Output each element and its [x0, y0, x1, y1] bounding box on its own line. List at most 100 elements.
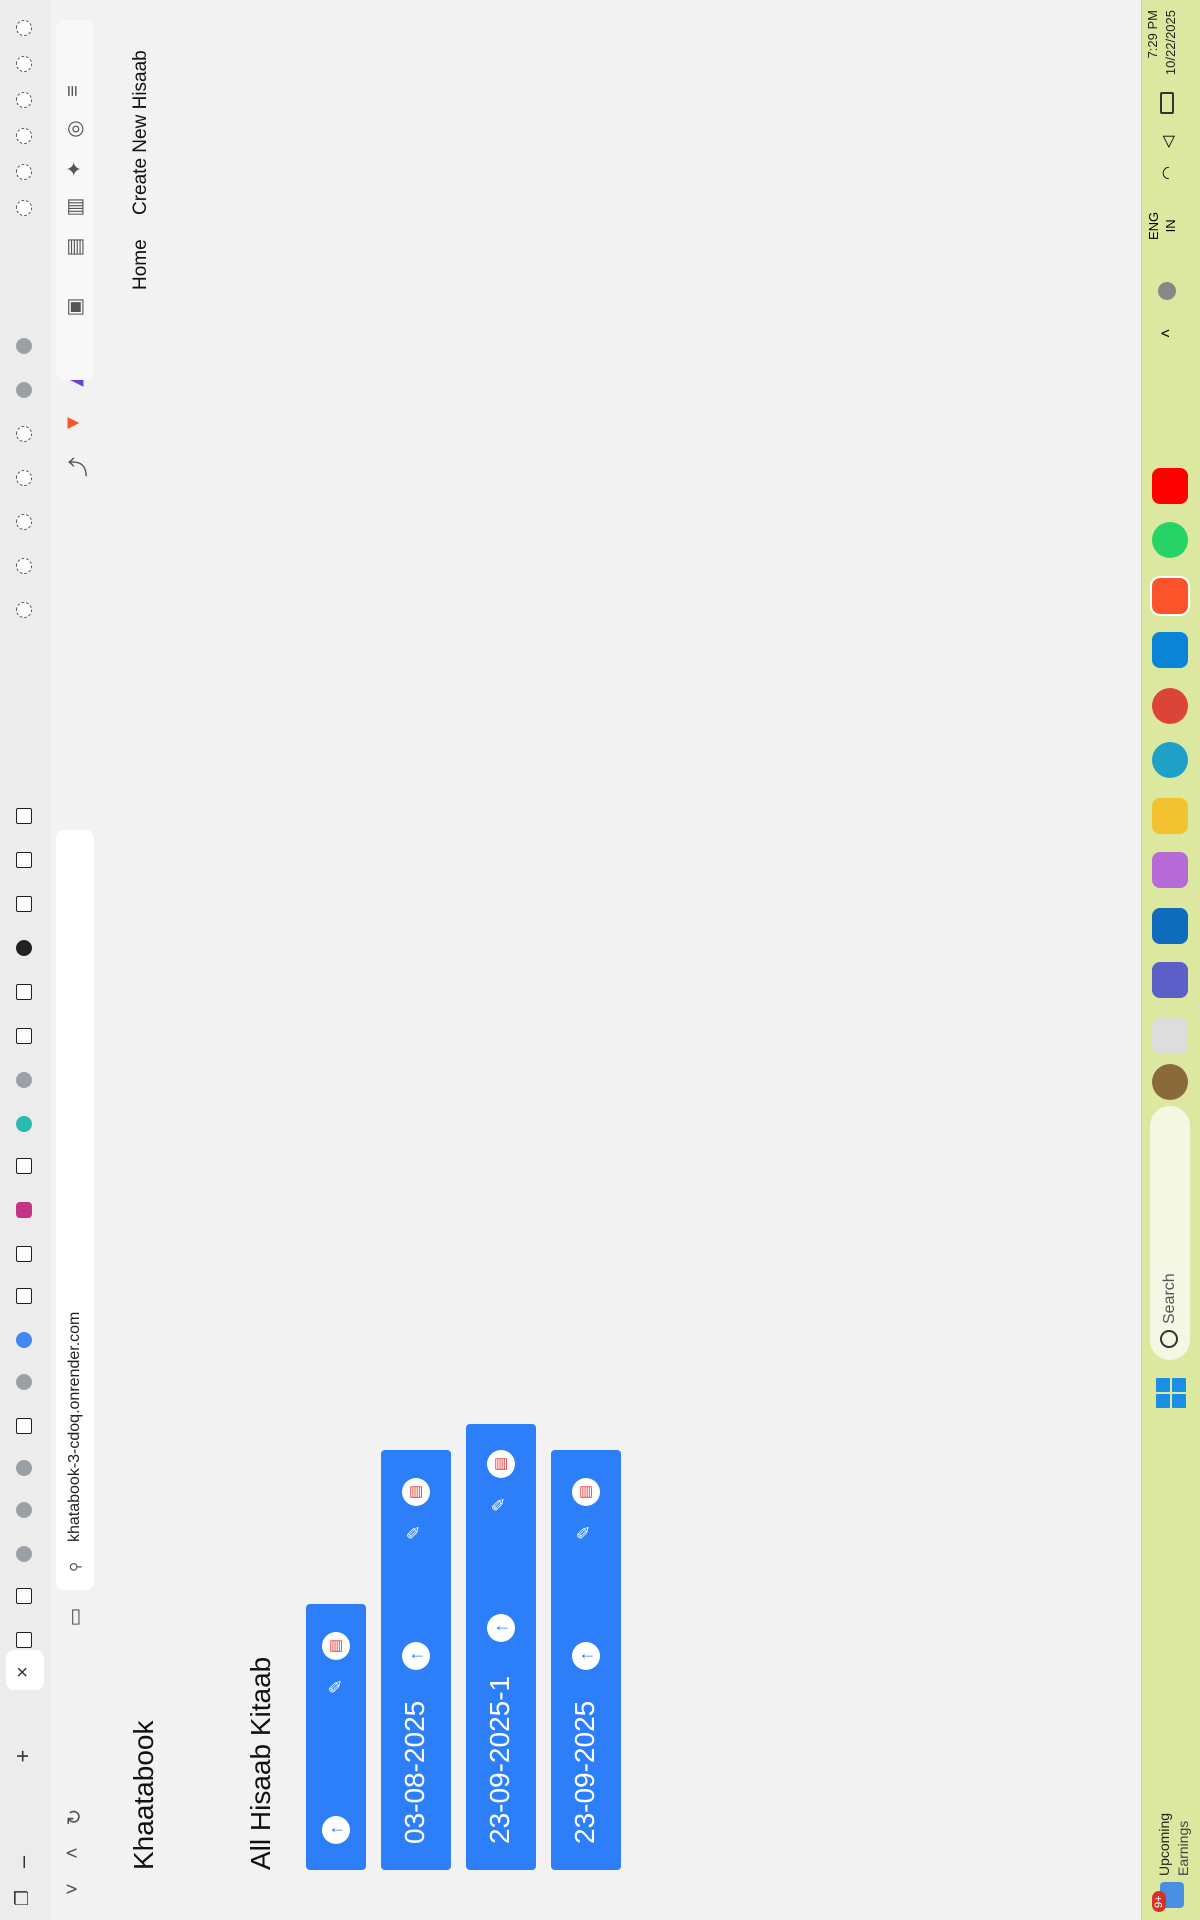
tab-favicon[interactable]: [16, 1116, 32, 1132]
wifi-icon[interactable]: ◠: [1158, 166, 1178, 180]
chrome-icon[interactable]: [1152, 688, 1188, 724]
copilot-image-icon[interactable]: [1152, 1064, 1188, 1100]
edit-icon[interactable]: ✎: [574, 1525, 595, 1540]
nav-create-hisaab[interactable]: Create New Hisaab: [130, 50, 152, 215]
tab-favicon[interactable]: [16, 1246, 32, 1262]
tab-favicon[interactable]: [16, 1158, 32, 1174]
open-arrow-icon[interactable]: ↑: [572, 1642, 600, 1670]
reload-icon[interactable]: ↻: [62, 1804, 87, 1830]
new-tab-button[interactable]: +: [10, 1744, 36, 1768]
bookmark-icon[interactable]: ▭: [62, 1604, 87, 1630]
open-arrow-icon[interactable]: ↑: [402, 1642, 430, 1670]
tab-favicon[interactable]: [16, 128, 32, 144]
tab-favicon[interactable]: [16, 558, 32, 574]
tab-favicon[interactable]: [16, 1632, 32, 1648]
hisaab-name[interactable]: 03-08-2025: [399, 1701, 431, 1844]
taskbar: 9+ Upcoming Earnings Search ˄ ENG IN ◠ ◁: [1141, 0, 1200, 1920]
region-code: IN: [1163, 219, 1178, 233]
tab-favicon[interactable]: [16, 20, 32, 36]
weather-widget[interactable]: 9+ Upcoming Earnings: [1148, 1762, 1196, 1912]
start-button[interactable]: [1156, 1378, 1186, 1408]
task-view-icon[interactable]: [1152, 1018, 1188, 1054]
whatsapp-icon[interactable]: [1152, 522, 1188, 558]
edit-icon[interactable]: ✎: [326, 1679, 347, 1694]
delete-icon[interactable]: ▤: [402, 1478, 430, 1506]
tab-favicon[interactable]: [16, 1288, 32, 1304]
vpn-icon[interactable]: ◎: [62, 116, 87, 142]
sidebar-icon[interactable]: ▤: [62, 234, 87, 260]
tab-favicon[interactable]: [16, 852, 32, 868]
bookmarks-icon[interactable]: ▥: [62, 194, 87, 220]
minimize-button[interactable]: –: [10, 1850, 36, 1874]
back-icon[interactable]: ˅: [62, 1876, 85, 1902]
open-arrow-icon[interactable]: ↑: [322, 1816, 350, 1844]
search-box[interactable]: Search: [1150, 1106, 1190, 1360]
copilot-icon[interactable]: [1152, 852, 1188, 888]
delete-icon[interactable]: ▤: [572, 1478, 600, 1506]
tab-favicon[interactable]: [16, 1588, 32, 1604]
tab-favicon[interactable]: [16, 984, 32, 1000]
hisaab-card[interactable]: 03-08-2025 ↑ ✎ ▤: [381, 1450, 451, 1870]
tab-favicon[interactable]: [16, 602, 32, 618]
delete-icon[interactable]: ▤: [487, 1450, 515, 1478]
active-tab[interactable]: ×: [6, 1650, 44, 1690]
globe-icon[interactable]: [16, 1374, 32, 1390]
hisaab-card[interactable]: ↑ ✎ ▤: [306, 1604, 366, 1870]
store-icon[interactable]: [1152, 908, 1188, 944]
brand-logo[interactable]: Khaatabook: [128, 1721, 160, 1870]
globe-icon[interactable]: [16, 338, 32, 354]
onedrive-icon[interactable]: [1158, 282, 1176, 300]
address-bar[interactable]: ⚲ khatabook-3-cdoq.onrender.com: [56, 830, 94, 1590]
edit-icon[interactable]: ✎: [404, 1525, 425, 1540]
file-explorer-icon[interactable]: [1152, 798, 1188, 834]
leo-ai-icon[interactable]: ✦: [62, 156, 87, 182]
globe-icon[interactable]: [16, 1072, 32, 1088]
vscode-icon[interactable]: [1152, 632, 1188, 668]
tab-favicon[interactable]: [16, 92, 32, 108]
chevron-up-icon[interactable]: ˄: [1158, 329, 1176, 338]
brave-shield-icon[interactable]: ▼: [62, 410, 85, 436]
globe-icon[interactable]: [16, 1546, 32, 1562]
tab-favicon[interactable]: [16, 1028, 32, 1044]
hisaab-name[interactable]: 23-09-2025-1: [484, 1676, 516, 1844]
hisaab-card[interactable]: 23-09-2025 ↑ ✎ ▤: [551, 1450, 621, 1870]
tab-favicon[interactable]: [16, 514, 32, 530]
brave-icon[interactable]: [1150, 576, 1190, 616]
globe-icon[interactable]: [16, 382, 32, 398]
instagram-icon[interactable]: [16, 1202, 32, 1218]
url-text[interactable]: khatabook-3-cdoq.onrender.com: [66, 1312, 84, 1542]
close-tab-icon[interactable]: ×: [12, 1666, 35, 1678]
restore-button[interactable]: ❐: [12, 1886, 33, 1910]
forward-icon[interactable]: ˄: [62, 1840, 85, 1866]
delete-icon[interactable]: ▤: [322, 1632, 350, 1660]
edit-icon[interactable]: ✎: [489, 1497, 510, 1512]
site-info-icon[interactable]: ⚲: [67, 1562, 84, 1572]
wallet-icon[interactable]: ▣: [62, 294, 87, 320]
edge-icon[interactable]: [1152, 742, 1188, 778]
tab-favicon[interactable]: [16, 200, 32, 216]
globe-icon[interactable]: [16, 1502, 32, 1518]
menu-icon[interactable]: ≡: [62, 78, 85, 104]
volume-icon[interactable]: ◁: [1158, 136, 1178, 148]
youtube-icon[interactable]: [1152, 468, 1188, 504]
hisaab-card[interactable]: 23-09-2025-1 ↑ ✎ ▤: [466, 1424, 536, 1870]
share-icon[interactable]: ⤴: [62, 454, 91, 480]
hisaab-name[interactable]: 23-09-2025: [569, 1701, 601, 1844]
globe-icon[interactable]: [16, 1460, 32, 1476]
tab-favicon[interactable]: [16, 470, 32, 486]
teams-icon[interactable]: [1152, 962, 1188, 998]
tab-favicon[interactable]: [16, 1332, 32, 1348]
tab-favicon[interactable]: [16, 56, 32, 72]
tab-favicon[interactable]: [16, 896, 32, 912]
section-title: All Hisaab Kitaab: [245, 1656, 276, 1870]
open-arrow-icon[interactable]: ↑: [487, 1614, 515, 1642]
language-indicator[interactable]: ENG IN: [1145, 212, 1179, 240]
tab-favicon[interactable]: [16, 164, 32, 180]
nav-home[interactable]: Home: [130, 239, 152, 290]
clock[interactable]: 7:29 PM 10/22/2025: [1144, 10, 1180, 100]
tab-favicon[interactable]: [16, 940, 32, 956]
tab-favicon[interactable]: [16, 808, 32, 824]
tab-favicon[interactable]: [16, 1418, 32, 1434]
toolbar-actions: ▣ ▤ ▥ ✦ ◎ ≡: [56, 20, 94, 380]
tab-favicon[interactable]: [16, 426, 32, 442]
